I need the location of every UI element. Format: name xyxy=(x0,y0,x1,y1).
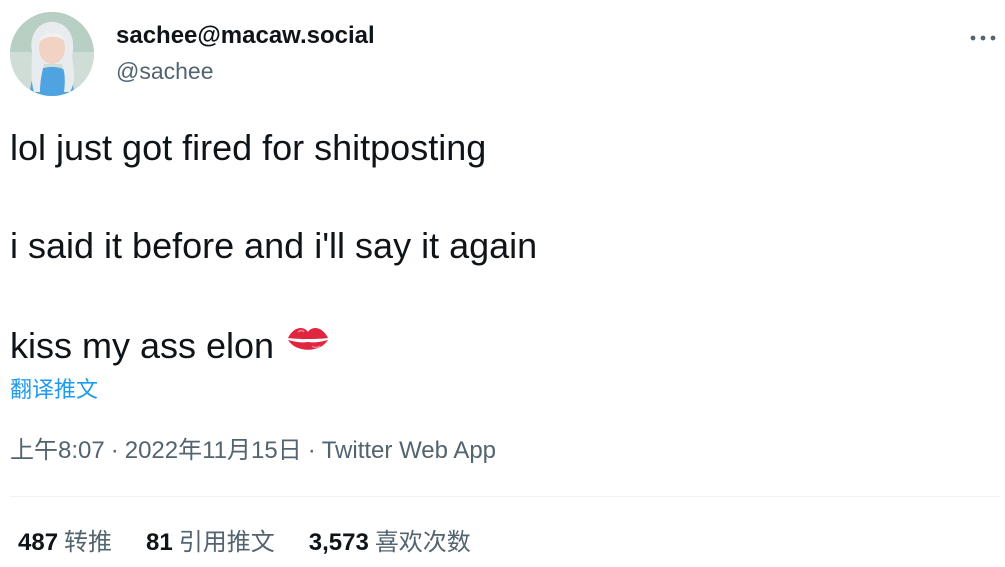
tweet-line: i said it before and i'll say it again xyxy=(10,225,538,266)
more-options-button[interactable] xyxy=(966,28,1000,48)
tweet-header: sachee@macaw.social @sachee xyxy=(10,12,1000,98)
tweet-metadata: 上午8:07 · 2022年11月15日 · Twitter Web App xyxy=(10,436,496,466)
user-handle[interactable]: @sachee xyxy=(116,57,214,85)
avatar[interactable] xyxy=(10,12,94,96)
quotes-count: 81 xyxy=(146,529,173,556)
more-horizontal-icon xyxy=(970,35,996,41)
kiss-mark-emoji xyxy=(284,321,332,369)
quotes-label: 引用推文 xyxy=(178,529,275,556)
separator: · xyxy=(307,437,316,464)
separator: · xyxy=(110,437,119,464)
likes-stat[interactable]: 3,573 喜欢次数 xyxy=(309,528,471,558)
quotes-stat[interactable]: 81 引用推文 xyxy=(146,528,275,558)
divider xyxy=(10,496,1000,497)
display-name[interactable]: sachee@macaw.social xyxy=(116,22,375,50)
likes-count: 3,573 xyxy=(308,529,369,556)
tweet-line: lol just got fired for shitposting xyxy=(10,127,487,168)
tweet-stats: 487 转推 81 引用推文 3,573 喜欢次数 xyxy=(18,528,505,558)
tweet-line: kiss my ass elon xyxy=(10,325,275,366)
retweets-stat[interactable]: 487 转推 xyxy=(18,528,112,558)
avatar-image xyxy=(10,12,94,96)
tweet-date[interactable]: 2022年11月15日 xyxy=(125,437,302,464)
tweet-time[interactable]: 上午8:07 xyxy=(10,437,105,464)
tweet-card: sachee@macaw.social @sachee lol just got… xyxy=(0,0,1005,567)
retweets-label: 转推 xyxy=(64,529,113,556)
likes-label: 喜欢次数 xyxy=(374,529,471,556)
source-app-link[interactable]: Twitter Web App xyxy=(322,437,496,464)
tweet-line-with-emoji: kiss my ass elon xyxy=(10,322,332,372)
retweets-count: 487 xyxy=(18,529,59,556)
translate-tweet-link[interactable]: 翻译推文 xyxy=(10,376,98,404)
